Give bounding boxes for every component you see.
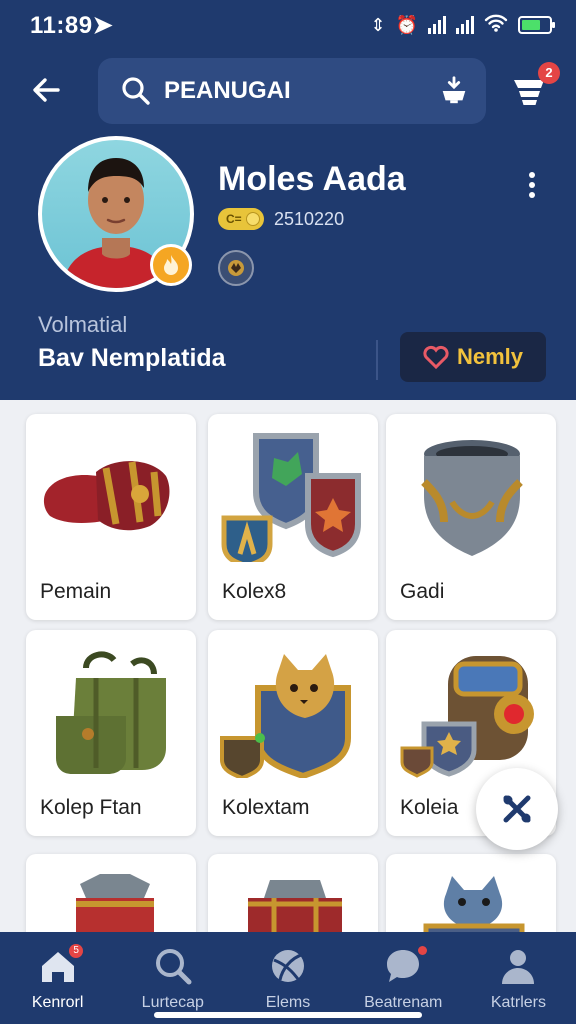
signal-icon-2 [456, 16, 474, 34]
grid-card-label: Gadi [400, 580, 445, 603]
tools-icon [503, 795, 531, 823]
blue-creature-icon [423, 876, 525, 932]
home-indicator[interactable] [154, 1012, 422, 1018]
grid-card-gadi[interactable]: Gadi [386, 414, 556, 620]
divider [376, 340, 378, 380]
nav-item-search[interactable]: Lurtecap [115, 932, 230, 1024]
grid-card-label: Kolextam [222, 796, 310, 819]
nav-item-home[interactable]: 5 Kenrorl [0, 932, 115, 1024]
armor-shield-icon [421, 440, 523, 556]
back-button[interactable] [26, 72, 66, 112]
ball-icon [272, 950, 305, 983]
nav-item-chat[interactable]: Beatrenam [346, 932, 461, 1024]
grid-card-label: Pemain [40, 580, 112, 603]
sub-label: Volmatial [38, 312, 128, 337]
nav-item-elems[interactable]: Elems [230, 932, 345, 1024]
notify-button[interactable]: Nemly [400, 332, 546, 382]
back-arrow-icon [33, 78, 60, 102]
coin-row: C= 2510220 [218, 208, 344, 230]
fox-shield-icon [220, 654, 351, 778]
camera-scan-icon[interactable] [438, 74, 470, 106]
coin-icon [246, 212, 260, 226]
cart-badge: 2 [538, 62, 560, 84]
search-icon [122, 77, 150, 105]
signal-icon [428, 16, 446, 34]
nav-label: Lurtecap [141, 994, 204, 1011]
grid-card-label: Kolep Ftan [40, 796, 142, 819]
grid-card-label: Koleia [400, 796, 459, 819]
coin-value: 2510220 [274, 208, 345, 229]
battery-icon [518, 16, 555, 34]
level-badge [150, 244, 192, 286]
rank-badge-icon[interactable] [218, 250, 254, 286]
tools-fab-button[interactable] [476, 768, 558, 850]
notify-button-label: Nemly [456, 344, 524, 369]
backpack-icon [56, 651, 166, 774]
gear-gauntlet-icon [400, 656, 534, 778]
nav-label: Katrlers [490, 994, 546, 1011]
grid-card-red-backpack[interactable] [208, 854, 378, 932]
status-time: 11:89➤ [30, 11, 114, 39]
nav-label: Elems [265, 994, 311, 1011]
profile-name: Moles Aada [218, 160, 406, 198]
gauntlet-icon [43, 461, 170, 531]
vibrate-icon: ⇕ [370, 14, 386, 35]
nav-badge: 5 [69, 944, 84, 958]
location-arrow-icon: ➤ [92, 11, 114, 39]
status-icons: ⇕ ⏰ [370, 14, 555, 37]
search-input[interactable] [164, 77, 424, 105]
nav-label: Kenrorl [31, 994, 84, 1011]
red-backpack-icon [248, 880, 342, 932]
bottom-nav: 5 Kenrorl Lurtecap Elems Beatrenam Katrl… [0, 932, 576, 1024]
wifi-icon [484, 14, 508, 37]
chat-notification-dot [418, 946, 428, 955]
search-bar[interactable] [98, 58, 486, 124]
coin-pill: C= [218, 208, 264, 230]
more-options-icon[interactable] [522, 170, 542, 200]
nav-item-profile[interactable]: Katrlers [461, 932, 576, 1024]
grid-card-pemain[interactable]: Pemain [26, 414, 196, 620]
item-grid: Pemain Kolex8 Gadi Kolep Ftan Kolextam K… [0, 400, 576, 932]
alarm-icon: ⏰ [395, 14, 418, 35]
top-bar: 2 [0, 58, 576, 124]
search-icon [155, 949, 192, 985]
chat-icon [387, 950, 420, 982]
grid-card-label: Kolex8 [222, 580, 287, 603]
cart-button[interactable]: 2 [510, 62, 560, 114]
heart-icon [423, 345, 449, 369]
sub-title: Bav Nemplatida [38, 344, 226, 372]
red-armor-icon [76, 874, 154, 932]
grid-card-red-armor[interactable] [26, 854, 196, 932]
fire-icon [164, 255, 178, 275]
grid-card-kolep-ftan[interactable]: Kolep Ftan [26, 630, 196, 836]
grid-card-kolextam[interactable]: Kolextam [208, 630, 378, 836]
grid-card-kolex8[interactable]: Kolex8 [208, 414, 378, 620]
grid-card-blue-creature[interactable] [386, 854, 556, 932]
profile-icon [502, 950, 535, 984]
status-bar: 11:89➤ ⇕ ⏰ [30, 8, 555, 42]
shields-icon [221, 433, 361, 562]
nav-label: Beatrenam [364, 994, 443, 1011]
